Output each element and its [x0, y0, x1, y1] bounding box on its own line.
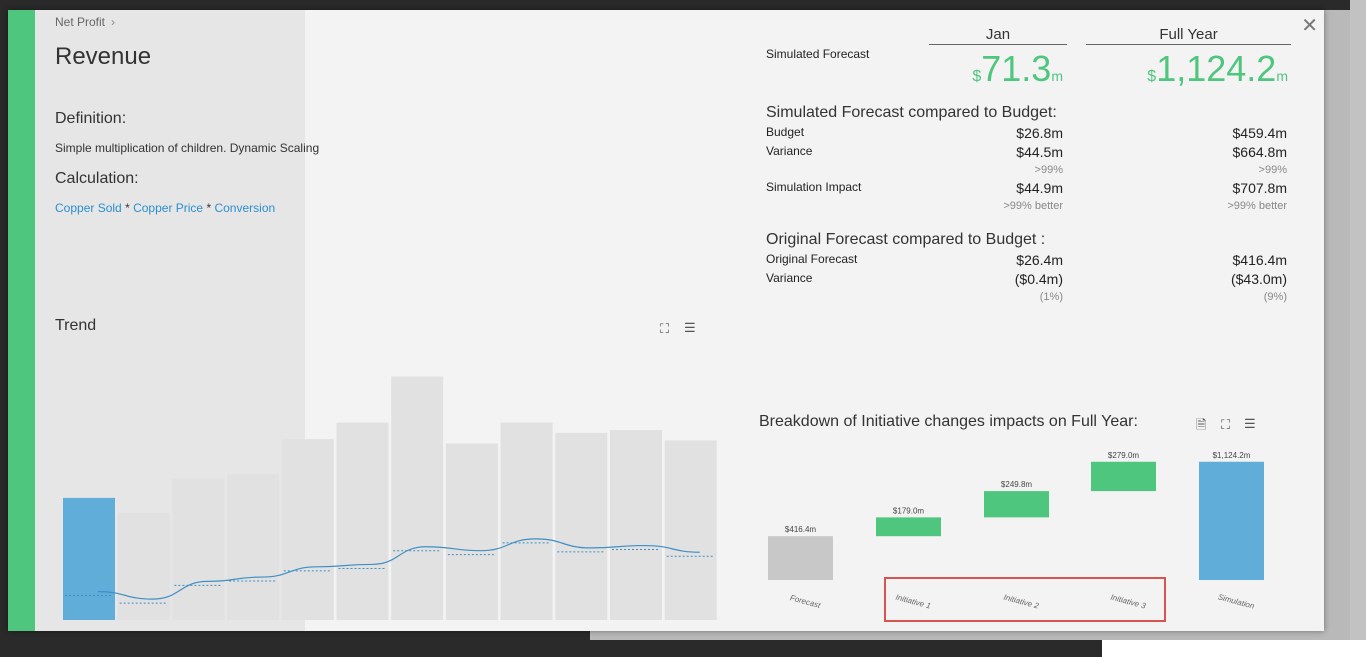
background-corner [1102, 640, 1366, 657]
row-value-jan: $26.8m [1016, 125, 1063, 141]
row-value-jan: $44.9m [1016, 180, 1063, 196]
row-value-full-year: $416.4m [1232, 252, 1287, 268]
unit-suffix: m [1051, 68, 1063, 84]
waterfall-category-label: Simulation [1217, 592, 1256, 611]
trend-bar [610, 430, 662, 620]
calc-operator: * [206, 201, 212, 215]
column-header-jan: Jan [929, 26, 1067, 45]
row-subtext-jan: (1%) [1039, 291, 1063, 303]
calc-term-copper-sold[interactable]: Copper Sold [55, 201, 122, 215]
row-value-full-year: $664.8m [1232, 144, 1287, 160]
trend-bar [63, 497, 115, 620]
currency-symbol: $ [972, 68, 982, 85]
waterfall-bar [1091, 461, 1156, 492]
breadcrumb[interactable]: Net Profit › [55, 15, 115, 29]
unit-suffix: m [1276, 68, 1288, 84]
big-value: 1,124.2 [1156, 48, 1277, 89]
expand-icon[interactable]: ⛶ [1221, 417, 1230, 433]
page-title: Revenue [55, 43, 152, 70]
row-label: Original Forecast [766, 252, 858, 266]
trend-bar [391, 376, 444, 620]
row-label: Variance [766, 144, 813, 158]
trend-bar [117, 512, 170, 620]
waterfall-bar [876, 517, 941, 537]
simulated-forecast-jan: $71.3m [908, 48, 1063, 90]
waterfall-bar [984, 491, 1049, 518]
simulated-forecast-label: Simulated Forecast [766, 47, 870, 61]
menu-icon[interactable]: ☰ [1244, 416, 1256, 432]
trend-chart [63, 376, 717, 620]
waterfall-data-label: $1,124.2m [1213, 451, 1251, 460]
row-subtext-full-year: (9%) [1263, 291, 1287, 303]
simulated-forecast-full-year: $1,124.2m [1088, 48, 1288, 90]
row-value-jan: $26.4m [1016, 252, 1063, 268]
row-label: Budget [766, 125, 805, 139]
revenue-detail-modal: ✕ Net Profit › Revenue Definition: Simple… [8, 10, 1324, 631]
calculation-formula: Copper Sold * Copper Price * Conversion [55, 201, 275, 215]
trend-bar [336, 422, 389, 620]
row-subtext-full-year: >99% better [1227, 200, 1287, 212]
breadcrumb-label[interactable]: Net Profit [55, 15, 105, 29]
definition-text: Simple multiplication of children. Dynam… [55, 141, 320, 155]
big-value: 71.3 [981, 48, 1052, 89]
row-subtext-full-year: >99% [1258, 164, 1287, 176]
column-header-full-year: Full Year [1086, 26, 1291, 45]
waterfall-data-label: $279.0m [1108, 451, 1139, 460]
accent-bar [8, 10, 35, 631]
calculation-heading: Calculation: [55, 170, 139, 187]
calc-term-copper-price[interactable]: Copper Price [133, 201, 203, 215]
trend-bar [172, 478, 225, 620]
row-value-full-year: $707.8m [1232, 180, 1287, 196]
trend-bar [227, 474, 280, 620]
trend-bar [664, 440, 717, 620]
trend-bar [445, 443, 498, 620]
close-icon[interactable]: ✕ [1301, 16, 1318, 36]
chevron-right-icon: › [111, 15, 116, 29]
waterfall-bar [1199, 461, 1264, 580]
waterfall-data-label: $179.0m [893, 506, 924, 515]
trend-heading: Trend [55, 317, 97, 334]
waterfall-bar [768, 536, 833, 580]
menu-icon[interactable]: ☰ [684, 320, 696, 336]
waterfall-data-label: $249.8m [1001, 480, 1032, 489]
calc-operator: * [125, 201, 130, 215]
trend-bar [555, 432, 608, 620]
row-value-full-year: $459.4m [1232, 125, 1287, 141]
row-subtext-jan: >99% better [1003, 200, 1063, 212]
definition-heading: Definition: [55, 110, 127, 127]
row-value-jan: ($0.4m) [1014, 271, 1063, 287]
background-strip [1350, 0, 1366, 657]
expand-icon[interactable]: ⛶ [660, 321, 669, 337]
calc-term-conversion[interactable]: Conversion [214, 201, 275, 215]
row-value-full-year: ($43.0m) [1230, 271, 1287, 287]
orig-vs-budget-heading: Original Forecast compared to Budget : [766, 231, 1046, 248]
waterfall-category-label: Forecast [789, 593, 822, 610]
trend-bar [281, 439, 334, 620]
row-label: Simulation Impact [766, 180, 862, 194]
row-label: Variance [766, 271, 813, 285]
initiatives-highlight-box [884, 577, 1166, 622]
trend-bar [500, 422, 553, 620]
row-value-jan: $44.5m [1016, 144, 1063, 160]
waterfall-data-label: $416.4m [785, 525, 816, 534]
currency-symbol: $ [1147, 68, 1157, 85]
breakdown-heading: Breakdown of Initiative changes impacts … [759, 413, 1138, 430]
row-subtext-jan: >99% [1034, 164, 1063, 176]
sim-vs-budget-heading: Simulated Forecast compared to Budget: [766, 104, 1057, 121]
export-icon[interactable]: 🗎 [1196, 416, 1206, 438]
